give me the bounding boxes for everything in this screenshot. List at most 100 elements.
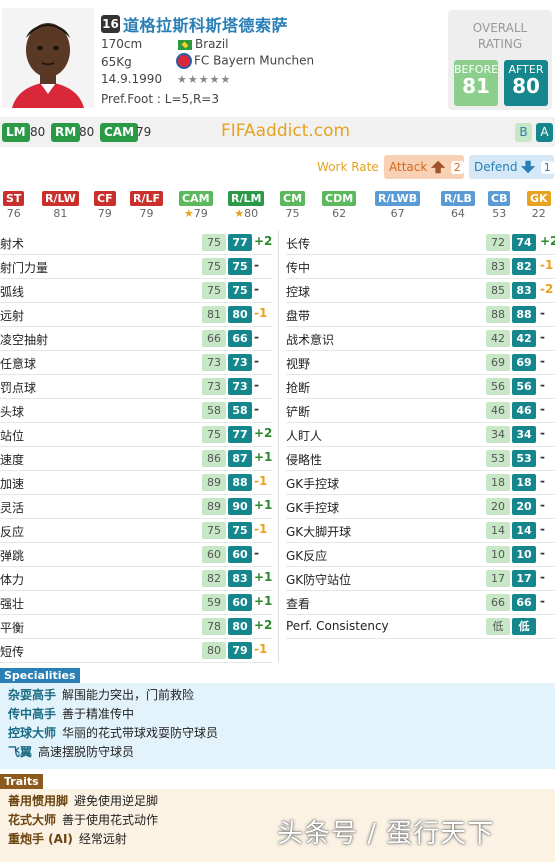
- item-description: 高速摆脱防守球员: [38, 745, 135, 759]
- position-rating-tag: R/LM: [228, 191, 265, 206]
- stat-after-value: 75: [228, 258, 252, 275]
- stat-before-value: 75: [202, 282, 226, 299]
- position-rating-tag: CM: [280, 191, 306, 206]
- item-description: 善于使用花式动作: [62, 813, 159, 827]
- stat-delta: -: [540, 402, 545, 416]
- stat-after-value: 88: [228, 474, 252, 491]
- trait-item: 重炮手 (AI) 经常远射: [8, 830, 127, 847]
- stat-delta: -: [254, 378, 259, 392]
- stat-before-value: 85: [486, 282, 510, 299]
- stat-row: 凌空抽射 66 66-: [0, 327, 272, 351]
- stat-after-value: 56: [512, 378, 536, 395]
- stat-before-value: 80: [202, 642, 226, 659]
- jersey-number: 16: [101, 15, 120, 33]
- stat-after-value: 10: [512, 546, 536, 563]
- stat-after-value: 77: [228, 234, 252, 251]
- star-icon: ★: [234, 207, 245, 220]
- stat-delta: -: [254, 546, 259, 560]
- rating-before: BEFORE 81: [454, 60, 498, 106]
- stat-delta: -1: [254, 642, 268, 656]
- stat-name: 速度: [0, 453, 25, 467]
- stat-row: 盘带 88 88-: [286, 303, 555, 327]
- rating-title-line2: RATING: [477, 37, 523, 51]
- stat-after-value: 82: [512, 258, 536, 275]
- stat-row: 铲断 46 46-: [286, 399, 555, 423]
- position-rating-tag: ST: [3, 191, 25, 206]
- stat-row: 灵活 89 90 +1: [0, 495, 272, 519]
- stat-name: 弹跳: [0, 549, 25, 563]
- stat-delta: -1: [254, 306, 268, 320]
- item-name: 传中高手: [8, 707, 57, 721]
- stat-after-value: 73: [228, 378, 252, 395]
- stat-after-value: 20: [512, 498, 536, 515]
- watermark: 头条号 / 蛋行天下: [277, 819, 495, 849]
- pos-tag-cam: CAM: [100, 123, 139, 142]
- pos-tag-rm: RM: [51, 123, 81, 142]
- trait-item: 花式大师 善于使用花式动作: [8, 811, 158, 828]
- stat-before-value: 83: [486, 258, 510, 275]
- stat-before-value: 66: [202, 330, 226, 347]
- stat-delta: -: [540, 474, 545, 488]
- site-name[interactable]: FIFAaddict.com: [221, 121, 350, 141]
- stat-name: 抢断: [286, 381, 311, 395]
- stat-row: 速度 86 87 +1: [0, 447, 272, 471]
- stat-after-value: 53: [512, 450, 536, 467]
- player-height: 170cm: [101, 37, 143, 51]
- position-rating-2: CF 79: [94, 191, 116, 221]
- position-rating-tag: CF: [94, 191, 116, 206]
- star-icon: ★: [183, 207, 194, 220]
- stat-row: 人盯人 34 34-: [286, 423, 555, 447]
- attack-label: Attack: [389, 160, 428, 174]
- stat-after-value: 88: [512, 306, 536, 323]
- stat-delta: -: [540, 450, 545, 464]
- stat-name: 侵略性: [286, 453, 323, 467]
- pos-val-rm: 80: [79, 125, 95, 139]
- stat-after-value: 83: [512, 282, 536, 299]
- stat-name: 铲断: [286, 405, 311, 419]
- position-rating-value: 62: [332, 207, 347, 220]
- version-b-button[interactable]: B: [515, 123, 532, 142]
- stat-row: 视野 69 69-: [286, 351, 555, 375]
- version-a-button[interactable]: A: [536, 123, 553, 142]
- stat-name: 控球: [286, 285, 311, 299]
- club-name: FC Bayern Munchen: [194, 53, 315, 68]
- stat-before-value: 89: [202, 474, 226, 491]
- player-club: FC Bayern Munchen: [176, 53, 314, 69]
- stat-before-value: 56: [486, 378, 510, 395]
- stat-before-value: 42: [486, 330, 510, 347]
- position-rating-tag: R/LWB: [375, 191, 421, 206]
- position-rating-tag: R/LF: [130, 191, 164, 206]
- stat-after-value: 75: [228, 522, 252, 539]
- stat-delta: -1: [540, 258, 554, 272]
- stat-delta: -2: [540, 282, 554, 296]
- rating-after: AFTER 80: [504, 60, 548, 106]
- stat-row: 侵略性 53 53-: [286, 447, 555, 471]
- stat-name: 强壮: [0, 597, 25, 611]
- stat-delta: -: [540, 546, 545, 560]
- stat-delta: -: [540, 330, 545, 344]
- stat-name: 战术意识: [286, 333, 335, 347]
- item-description: 华丽的花式带球戏耍防守球员: [62, 726, 219, 740]
- stat-before-value: 72: [486, 234, 510, 251]
- arrow-down-icon: [521, 160, 536, 174]
- stat-after-value: 77: [228, 426, 252, 443]
- item-name: 杂耍高手: [8, 688, 57, 702]
- defend-label: Defend: [474, 160, 518, 174]
- stat-before-value: 低: [486, 618, 510, 635]
- stat-name: 查看: [286, 597, 311, 611]
- position-rating-11: GK 22: [527, 191, 551, 221]
- stat-delta: -: [540, 306, 545, 320]
- stat-after-value: 75: [228, 282, 252, 299]
- stat-delta: -1: [254, 474, 268, 488]
- position-rating-tag: GK: [527, 191, 551, 206]
- stat-row: 加速 89 88 -1: [0, 471, 272, 495]
- stat-name: GK大脚开球: [286, 525, 352, 539]
- stat-before-value: 75: [202, 234, 226, 251]
- stat-row: 站位 75 77 +2: [0, 423, 272, 447]
- rating-after-value: 80: [512, 74, 540, 98]
- trait-item: 善用惯用脚 避免使用逆足脚: [8, 792, 158, 809]
- work-rate-label: Work Rate :: [317, 160, 387, 174]
- stat-row: GK大脚开球 14 14-: [286, 519, 555, 543]
- rating-title-line1: OVERALL: [472, 21, 528, 35]
- position-rating-value: 79: [139, 207, 154, 220]
